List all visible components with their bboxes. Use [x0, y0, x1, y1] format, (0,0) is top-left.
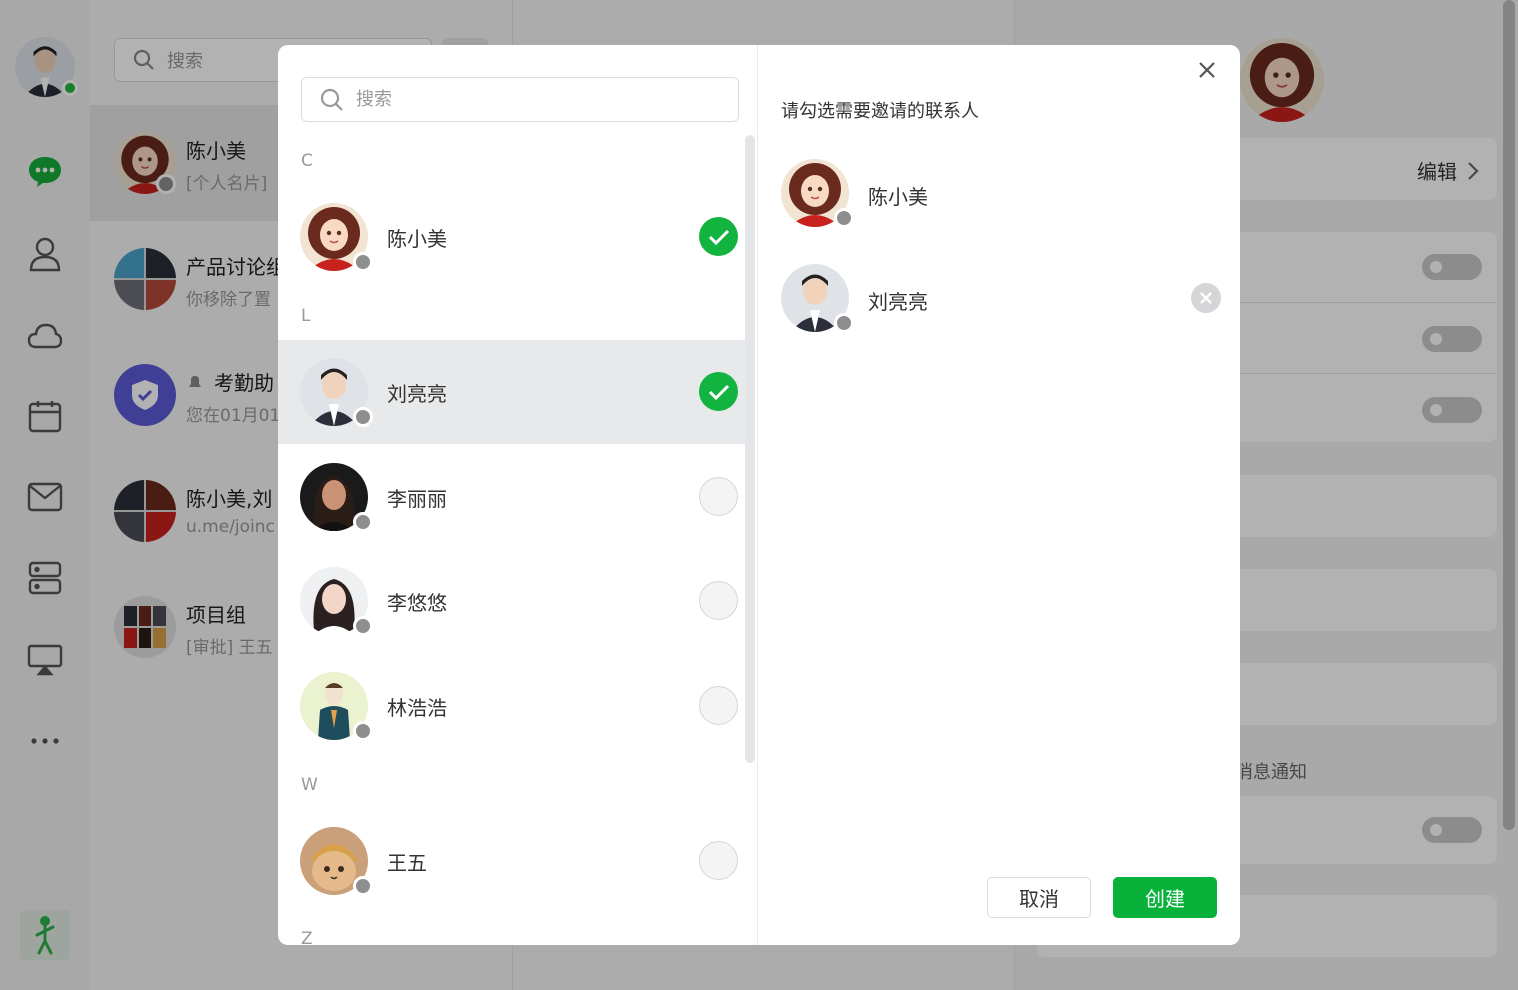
checkbox-checked[interactable]	[699, 372, 738, 411]
checkbox-unchecked[interactable]	[699, 686, 738, 725]
letter-header: Z	[301, 929, 313, 945]
invite-hint: 请勾选需要邀请的联系人	[781, 101, 979, 122]
status-dot	[353, 616, 373, 636]
selected-panel: 请勾选需要邀请的联系人 陈小美 刘亮亮 取消 创建	[759, 45, 1240, 945]
letter-header: W	[301, 775, 318, 795]
status-dot	[834, 313, 854, 333]
list-scrollbar[interactable]	[745, 135, 755, 763]
close-icon	[1199, 62, 1215, 78]
check-icon	[708, 229, 729, 245]
check-icon	[708, 384, 729, 400]
close-button[interactable]	[1194, 57, 1220, 83]
remove-button[interactable]	[1191, 283, 1221, 313]
contact-name: 李丽丽	[387, 487, 447, 511]
letter-header: L	[301, 306, 311, 326]
contact-search[interactable]	[301, 77, 739, 122]
contact-name: 陈小美	[387, 227, 447, 251]
contact-row[interactable]: 林浩浩	[278, 654, 745, 758]
create-button[interactable]: 创建	[1113, 877, 1217, 918]
status-dot	[353, 512, 373, 532]
search-icon	[320, 88, 343, 111]
contact-search-input[interactable]	[356, 89, 716, 110]
status-dot	[353, 721, 373, 741]
status-dot	[834, 208, 854, 228]
selected-contact-name: 陈小美	[868, 185, 928, 209]
status-dot	[353, 876, 373, 896]
contact-name: 李悠悠	[387, 591, 447, 615]
invite-dialog: C 陈小美 L 刘亮亮 李丽丽 李悠悠	[278, 45, 1240, 945]
contact-name: 林浩浩	[387, 696, 447, 720]
cancel-button[interactable]: 取消	[987, 877, 1091, 918]
status-dot	[353, 407, 373, 427]
letter-header: C	[301, 151, 313, 171]
checkbox-unchecked[interactable]	[699, 841, 738, 880]
contact-name: 刘亮亮	[387, 382, 447, 406]
contact-row[interactable]: 王五	[278, 809, 745, 913]
checkbox-unchecked[interactable]	[699, 477, 738, 516]
checkbox-checked[interactable]	[699, 217, 738, 256]
checkbox-unchecked[interactable]	[699, 581, 738, 620]
status-dot	[353, 252, 373, 272]
selected-contact-name: 刘亮亮	[868, 290, 928, 314]
contact-name: 王五	[387, 851, 427, 875]
remove-icon	[1200, 292, 1212, 304]
contact-row[interactable]: 李悠悠	[278, 549, 745, 653]
selected-contact: 陈小美	[781, 159, 1221, 229]
contact-picker: C 陈小美 L 刘亮亮 李丽丽 李悠悠	[278, 45, 758, 945]
contact-row[interactable]: 陈小美	[278, 185, 745, 289]
contact-row[interactable]: 李丽丽	[278, 445, 745, 549]
selected-contact: 刘亮亮	[781, 264, 1221, 334]
contact-row[interactable]: 刘亮亮	[278, 340, 745, 444]
